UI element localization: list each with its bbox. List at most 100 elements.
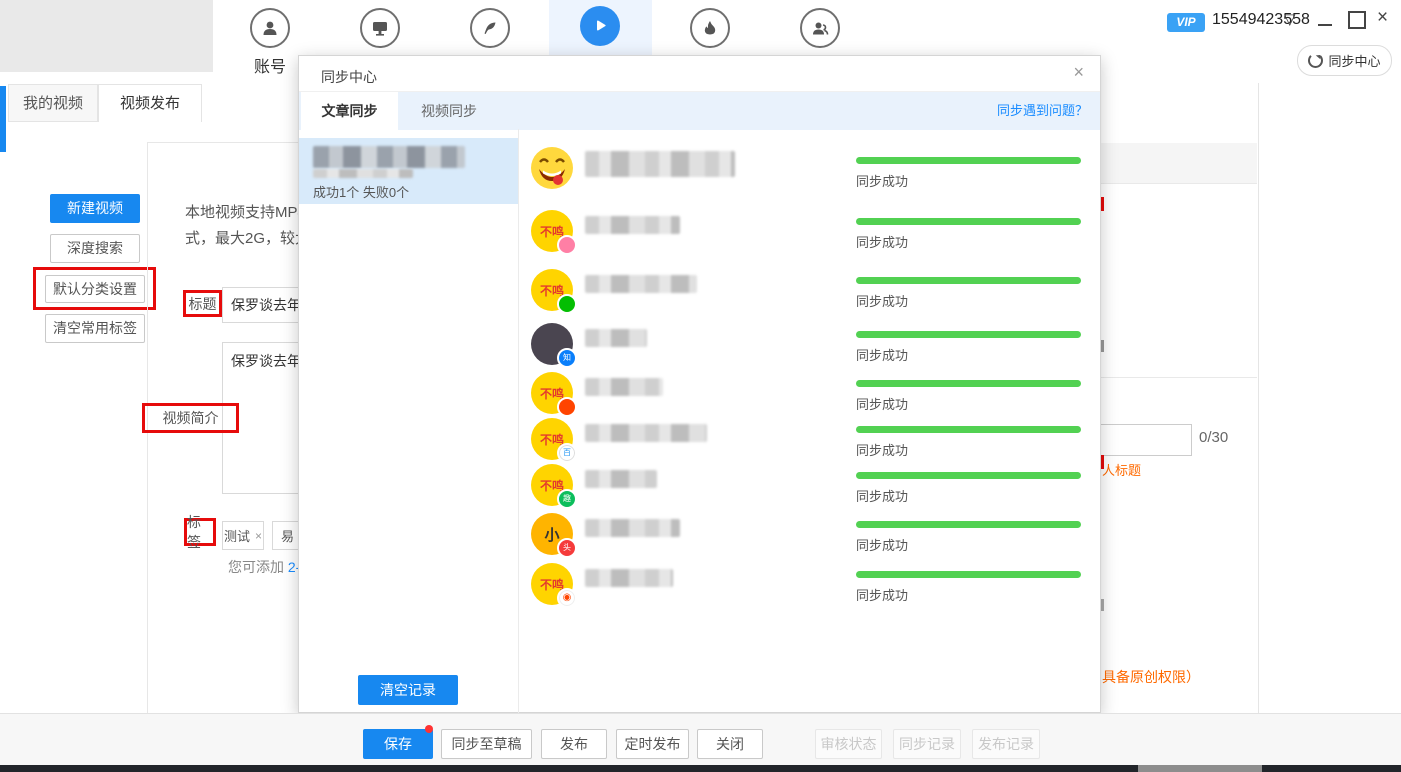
clipped-red-mark [1101, 455, 1104, 469]
flame-icon [690, 8, 730, 48]
redacted-account-name [585, 329, 647, 347]
tag-chip[interactable]: 测试 × [222, 521, 264, 550]
platform-badge-icon: ◉ [557, 588, 577, 608]
close-button[interactable]: 关闭 [697, 729, 763, 759]
tab-video-publish[interactable]: 视频发布 [98, 84, 202, 122]
progress-bar [856, 157, 1081, 164]
sync-help-link[interactable]: 同步遇到问题？ [997, 92, 1088, 130]
person-icon [250, 8, 290, 48]
sync-to-draft-button[interactable]: 同步至草稿 [441, 729, 532, 759]
sync-row: 小头 同步成功 [531, 521, 1086, 567]
sync-status: 同步成功 [856, 291, 908, 310]
sync-status: 同步成功 [856, 171, 908, 190]
publish-button[interactable]: 发布 [541, 729, 607, 759]
platform-badge-icon: 百 [557, 443, 577, 463]
play-icon [580, 6, 620, 46]
dropdown-caret-icon[interactable]: ▽ [1284, 10, 1296, 28]
deep-search-button[interactable]: 深度搜索 [50, 234, 140, 263]
upload-hint-line2: 式，最大2G，较大 [185, 226, 298, 252]
default-title-hint-clipped: 人标题 [1102, 460, 1141, 479]
tags-label: 标签 [187, 512, 213, 552]
progress-bar [856, 277, 1081, 284]
sync-center-modal: 同步中心 × 文章同步 视频同步 同步遇到问题？ 成功1个 失败0个 同步成功 … [298, 55, 1101, 713]
refresh-icon [1308, 53, 1323, 68]
feather-icon [470, 8, 510, 48]
tag-remove-icon[interactable]: × [255, 529, 262, 543]
save-button[interactable]: 保存 [363, 729, 433, 759]
avatar: 不鸣◉ [531, 563, 573, 605]
window-close-button[interactable]: × [1377, 7, 1388, 29]
sync-row: 不鸣百 同步成功 [531, 426, 1086, 472]
progress-bar [856, 218, 1081, 225]
save-notification-dot [425, 725, 433, 733]
tag-chip-clipped[interactable]: 易 [272, 521, 298, 550]
platform-badge-icon [557, 235, 577, 255]
avatar-emoji [531, 147, 573, 189]
avatar: 不鸣 [531, 210, 573, 252]
sync-status: 同步成功 [856, 535, 908, 554]
sync-row: 不鸣◉ 同步成功 [531, 571, 1086, 617]
progress-bar [856, 380, 1081, 387]
clipped-red-mark [1101, 197, 1104, 211]
progress-bar [856, 472, 1081, 479]
tab-my-videos[interactable]: 我的视频 [8, 84, 98, 122]
top-left-gray-block [0, 0, 213, 72]
title-label: 标题 [189, 294, 217, 314]
modal-title: 同步中心 [321, 67, 377, 87]
progress-bar [856, 521, 1081, 528]
title-input[interactable]: 保罗谈去年 [222, 287, 298, 323]
sync-records-button: 同步记录 [893, 729, 961, 759]
annotation-box-description: 视频简介 [142, 403, 239, 433]
form-panel-border-top [147, 142, 298, 143]
tags-hint: 您可添加 2- [228, 557, 298, 577]
redacted-account-name [585, 275, 697, 293]
maximize-button[interactable] [1348, 11, 1366, 29]
annotation-box-tags: 标签 [184, 518, 216, 546]
avatar: 不鸣 [531, 269, 573, 311]
tags-hint-link[interactable]: 2- [288, 559, 298, 575]
redacted-account-name [585, 151, 735, 177]
sync-row: 不鸣 同步成功 [531, 218, 1086, 264]
custom-title-input-clipped[interactable] [1101, 424, 1192, 456]
sync-row: 不鸣趣 同步成功 [531, 472, 1086, 518]
avatar: 不鸣 [531, 372, 573, 414]
avatar: 知 [531, 323, 573, 365]
sync-center-button[interactable]: 同步中心 [1297, 45, 1392, 76]
modal-tab-video-sync[interactable]: 视频同步 [421, 92, 477, 130]
tags-hint-text: 您可添加 [228, 559, 288, 575]
platform-badge-icon: 知 [557, 348, 577, 368]
tag-text: 测试 [224, 526, 250, 545]
redacted-account-name [585, 569, 673, 587]
modal-tab-article-sync[interactable]: 文章同步 [301, 92, 398, 130]
sync-summary: 成功1个 失败0个 [313, 182, 409, 201]
avatar: 不鸣趣 [531, 464, 573, 506]
default-category-button[interactable]: 默认分类设置 [45, 275, 145, 303]
redacted-account-name [585, 470, 657, 488]
avatar-text: 小 [544, 524, 559, 545]
scheduled-publish-button[interactable]: 定时发布 [616, 729, 689, 759]
new-video-button[interactable]: 新建视频 [50, 194, 140, 223]
clipped-text-mark [1101, 340, 1104, 352]
avatar: 不鸣百 [531, 418, 573, 460]
avatar: 小头 [531, 513, 573, 555]
clear-records-button[interactable]: 清空记录 [358, 675, 458, 705]
sync-row: 不鸣 同步成功 [531, 277, 1086, 323]
sync-center-button-label: 同步中心 [1328, 51, 1380, 70]
sync-status: 同步成功 [856, 440, 908, 459]
sync-task-item-selected[interactable]: 成功1个 失败0个 [299, 138, 518, 204]
redacted-account-name [585, 216, 680, 234]
monitor-icon [360, 8, 400, 48]
sync-status: 同步成功 [856, 232, 908, 251]
review-status-button: 审核状态 [815, 729, 882, 759]
minimize-button[interactable] [1318, 24, 1332, 26]
modal-close-icon[interactable]: × [1073, 62, 1084, 83]
people-icon [800, 8, 840, 48]
sync-status: 同步成功 [856, 345, 908, 364]
bottom-action-bar: 保存 同步至草稿 发布 定时发布 关闭 审核状态 同步记录 发布记录 [0, 713, 1401, 765]
modal-panel-divider [518, 129, 519, 713]
right-panel-header [1101, 143, 1257, 184]
sync-row: 知 同步成功 [531, 331, 1086, 377]
clear-common-tags-button[interactable]: 清空常用标签 [45, 314, 145, 343]
annotation-box-title: 标题 [183, 290, 222, 317]
platform-badge-icon: 头 [557, 538, 577, 558]
